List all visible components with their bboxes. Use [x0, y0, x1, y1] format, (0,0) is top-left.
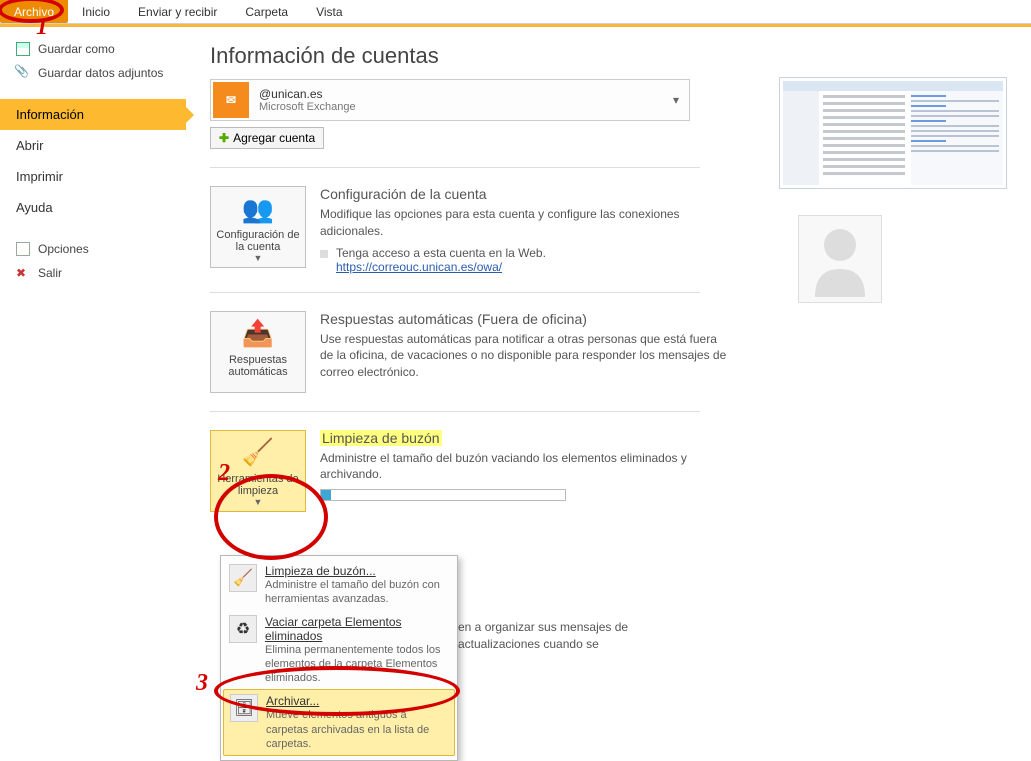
account-email: @unican.es [259, 87, 655, 101]
menu-desc: Administre el tamaño del buzón con herra… [265, 578, 449, 607]
menu-empty-deleted[interactable]: ♻ Vaciar carpeta Elementos eliminados El… [223, 611, 455, 690]
menu-archive[interactable]: 🗄 Archivar... Mueve elementos antiguos a… [223, 689, 455, 756]
section-title: Respuestas automáticas (Fuera de oficina… [320, 311, 730, 327]
preview-thumbnail [779, 77, 1007, 189]
sidebar-informacion[interactable]: Información [0, 99, 186, 130]
cleanup-dropdown: 🧹 Limpieza de buzón... Administre el tam… [220, 555, 458, 761]
section-desc: Use respuestas automáticas para notifica… [320, 331, 730, 381]
section-title: Configuración de la cuenta [320, 186, 730, 202]
section-auto-replies: 📤 Respuestas automáticas Respuestas auto… [210, 311, 730, 393]
add-account-label: Agregar cuenta [233, 131, 315, 145]
section-title: Limpieza de buzón [320, 430, 442, 446]
menu-desc: Elimina permanentemente todos los elemen… [265, 643, 449, 686]
recycle-icon: ♻ [229, 615, 257, 643]
floppy-icon [16, 42, 30, 56]
tab-vista[interactable]: Vista [302, 0, 356, 23]
add-account-button[interactable]: ✚ Agregar cuenta [210, 127, 324, 149]
menu-title: Vaciar carpeta Elementos eliminados [265, 615, 449, 643]
account-selector[interactable]: ✉ @unican.es Microsoft Exchange ▾ [210, 79, 690, 121]
sidebar-imprimir[interactable]: Imprimir [0, 161, 186, 192]
tab-enviar-recibir[interactable]: Enviar y recibir [124, 0, 231, 23]
account-settings-icon: 👥 [238, 193, 278, 225]
section-desc: Administre el tamaño del buzón vaciando … [320, 450, 730, 484]
sidebar-ayuda[interactable]: Ayuda [0, 192, 186, 223]
sidebar-opciones[interactable]: Opciones [0, 237, 186, 261]
tab-inicio[interactable]: Inicio [68, 0, 124, 23]
exchange-icon: ✉ [213, 82, 249, 118]
bullet-icon [320, 250, 328, 258]
plus-icon: ✚ [219, 131, 229, 145]
section-cleanup: 🧹 Herramientas de limpieza ▼ Limpieza de… [210, 430, 730, 512]
sidebar-item-label: Guardar datos adjuntos [38, 66, 163, 80]
sidebar-item-label: Opciones [38, 242, 89, 256]
sidebar-save-attachments[interactable]: Guardar datos adjuntos [0, 61, 186, 85]
account-type: Microsoft Exchange [259, 101, 655, 113]
archive-icon: 🗄 [230, 694, 258, 722]
menu-title: Archivar... [266, 694, 448, 708]
cleanup-tools-button[interactable]: 🧹 Herramientas de limpieza ▼ [210, 430, 306, 512]
options-icon [16, 242, 30, 256]
button-label: Herramientas de limpieza [211, 473, 305, 497]
auto-replies-button[interactable]: 📤 Respuestas automáticas [210, 311, 306, 393]
auto-reply-icon: 📤 [238, 318, 278, 350]
chevron-down-icon: ▼ [211, 253, 305, 263]
page-title: Información de cuentas [210, 43, 1007, 69]
sidebar-item-label: Salir [38, 266, 62, 280]
button-label: Respuestas automáticas [211, 354, 305, 378]
divider [210, 292, 700, 293]
tab-carpeta[interactable]: Carpeta [231, 0, 302, 23]
bullet-text: Tenga acceso a esta cuenta en la Web. [336, 246, 546, 260]
tab-archivo[interactable]: Archivo [0, 0, 68, 23]
menu-desc: Mueve elementos antiguos a carpetas arch… [266, 708, 448, 751]
chevron-down-icon: ▼ [211, 497, 305, 507]
sidebar-abrir[interactable]: Abrir [0, 130, 186, 161]
owa-link[interactable]: https://correouc.unican.es/owa/ [336, 260, 502, 274]
mailbox-size-bar [320, 489, 566, 501]
button-label: Configuración de la cuenta [211, 229, 305, 253]
sidebar-item-label: Guardar como [38, 42, 115, 56]
attachment-icon [16, 66, 30, 80]
sidebar-save-as[interactable]: Guardar como [0, 37, 186, 61]
mailbox-cleanup-icon: 🧹 [229, 564, 257, 592]
divider [210, 411, 700, 412]
account-settings-button[interactable]: 👥 Configuración de la cuenta ▼ [210, 186, 306, 268]
section-desc: Modifique las opciones para esta cuenta … [320, 206, 730, 240]
menu-mailbox-cleanup[interactable]: 🧹 Limpieza de buzón... Administre el tam… [223, 560, 455, 611]
chevron-down-icon: ▾ [663, 93, 689, 107]
ribbon-bar: Archivo Inicio Enviar y recibir Carpeta … [0, 0, 1031, 24]
avatar-placeholder [798, 215, 882, 303]
sidebar-salir[interactable]: Salir [0, 261, 186, 285]
partial-text: en a organizar sus mensajes de actualiza… [458, 619, 718, 653]
divider [210, 167, 700, 168]
menu-title: Limpieza de buzón... [265, 564, 449, 578]
section-account-settings: 👥 Configuración de la cuenta ▼ Configura… [210, 186, 730, 274]
cleanup-icon: 🧹 [238, 437, 278, 469]
backstage-sidebar: Guardar como Guardar datos adjuntos Info… [0, 27, 186, 728]
close-icon [16, 266, 30, 280]
